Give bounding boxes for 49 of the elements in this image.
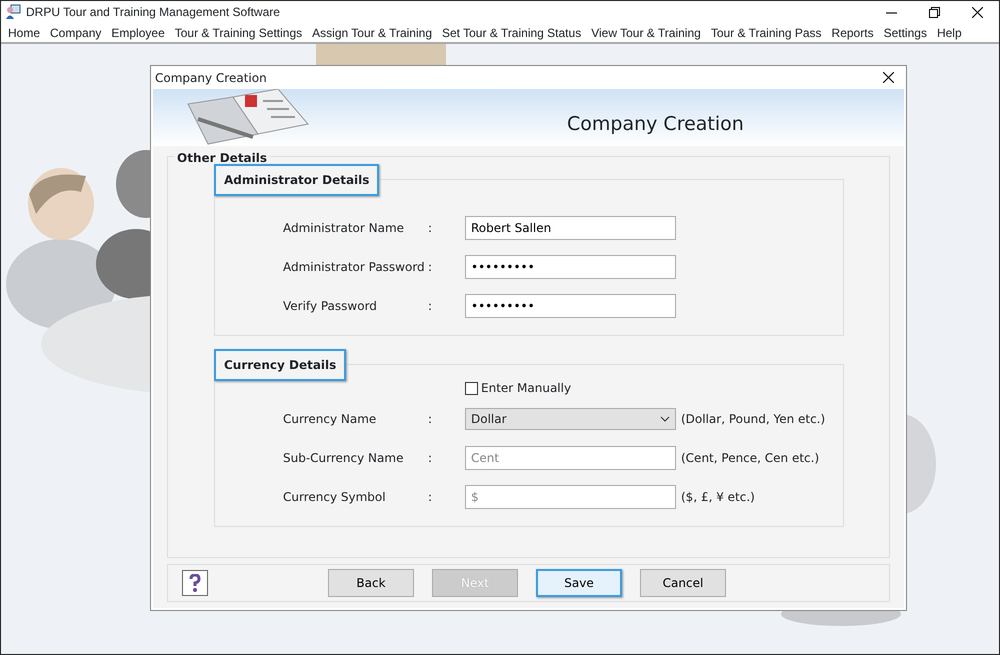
- field-label: Administrator Name: [283, 220, 406, 236]
- question-icon: [189, 574, 201, 592]
- close-icon[interactable]: [972, 6, 983, 18]
- field-label: Administrator Password: [283, 258, 426, 276]
- help-button[interactable]: [182, 570, 208, 596]
- dialog-button[interactable]: Back: [328, 569, 414, 597]
- menu-item[interactable]: Home: [3, 24, 46, 42]
- input-field[interactable]: •••••••••: [465, 254, 676, 278]
- section-title: Currency Details: [214, 349, 346, 381]
- hint-text: (Dollar, Pound, Yen etc.): [681, 410, 826, 428]
- dialog-button[interactable]: Save: [536, 569, 622, 597]
- separator: :: [428, 410, 434, 428]
- input-field[interactable]: Robert Sallen: [465, 216, 676, 240]
- separator: :: [428, 488, 434, 506]
- app-icon: [5, 4, 21, 20]
- menu-item[interactable]: Assign Tour & Training: [307, 24, 437, 42]
- dialog-title: Company Creation: [155, 70, 267, 86]
- window-title: DRPU Tour and Training Management Software: [26, 4, 280, 21]
- section-title: Administrator Details: [214, 164, 380, 196]
- menu-item[interactable]: Employee: [106, 24, 170, 42]
- separator: :: [428, 258, 434, 276]
- field-label: Sub-Currency Name: [283, 450, 404, 466]
- separator: :: [428, 298, 434, 314]
- dialog-heading: Company Creation: [567, 112, 744, 138]
- restore-icon[interactable]: [929, 6, 940, 18]
- field-label: Verify Password: [283, 298, 378, 314]
- field-label: Currency Name: [283, 410, 378, 428]
- hint-text: (Cent, Pence, Cen etc.): [681, 450, 820, 466]
- close-icon[interactable]: [883, 72, 894, 83]
- input-field[interactable]: Cent: [465, 446, 676, 470]
- menu-item[interactable]: Reports: [826, 24, 879, 42]
- menu-item[interactable]: Company: [45, 24, 106, 42]
- hint-text: ($, £, ¥ etc.): [681, 488, 755, 506]
- dropdown[interactable]: Dollar: [465, 408, 676, 430]
- checkbox[interactable]: [465, 382, 478, 394]
- separator: :: [428, 450, 434, 466]
- menu-item[interactable]: Settings: [878, 24, 932, 42]
- input-field[interactable]: $: [465, 484, 676, 508]
- checkbox-label: Enter Manually: [481, 380, 572, 397]
- menu-item[interactable]: Set Tour & Training Status: [437, 24, 586, 42]
- field-label: Currency Symbol: [283, 488, 387, 506]
- menu-item[interactable]: Tour & Training Pass: [706, 24, 827, 42]
- menu-item[interactable]: Tour & Training Settings: [170, 24, 308, 42]
- separator: :: [428, 220, 434, 236]
- menu-item[interactable]: View Tour & Training: [586, 24, 706, 42]
- dialog-button[interactable]: Cancel: [640, 569, 726, 597]
- input-field[interactable]: •••••••••: [465, 294, 676, 318]
- menu-item[interactable]: Help: [932, 24, 967, 42]
- chevron-down-icon: [660, 416, 670, 422]
